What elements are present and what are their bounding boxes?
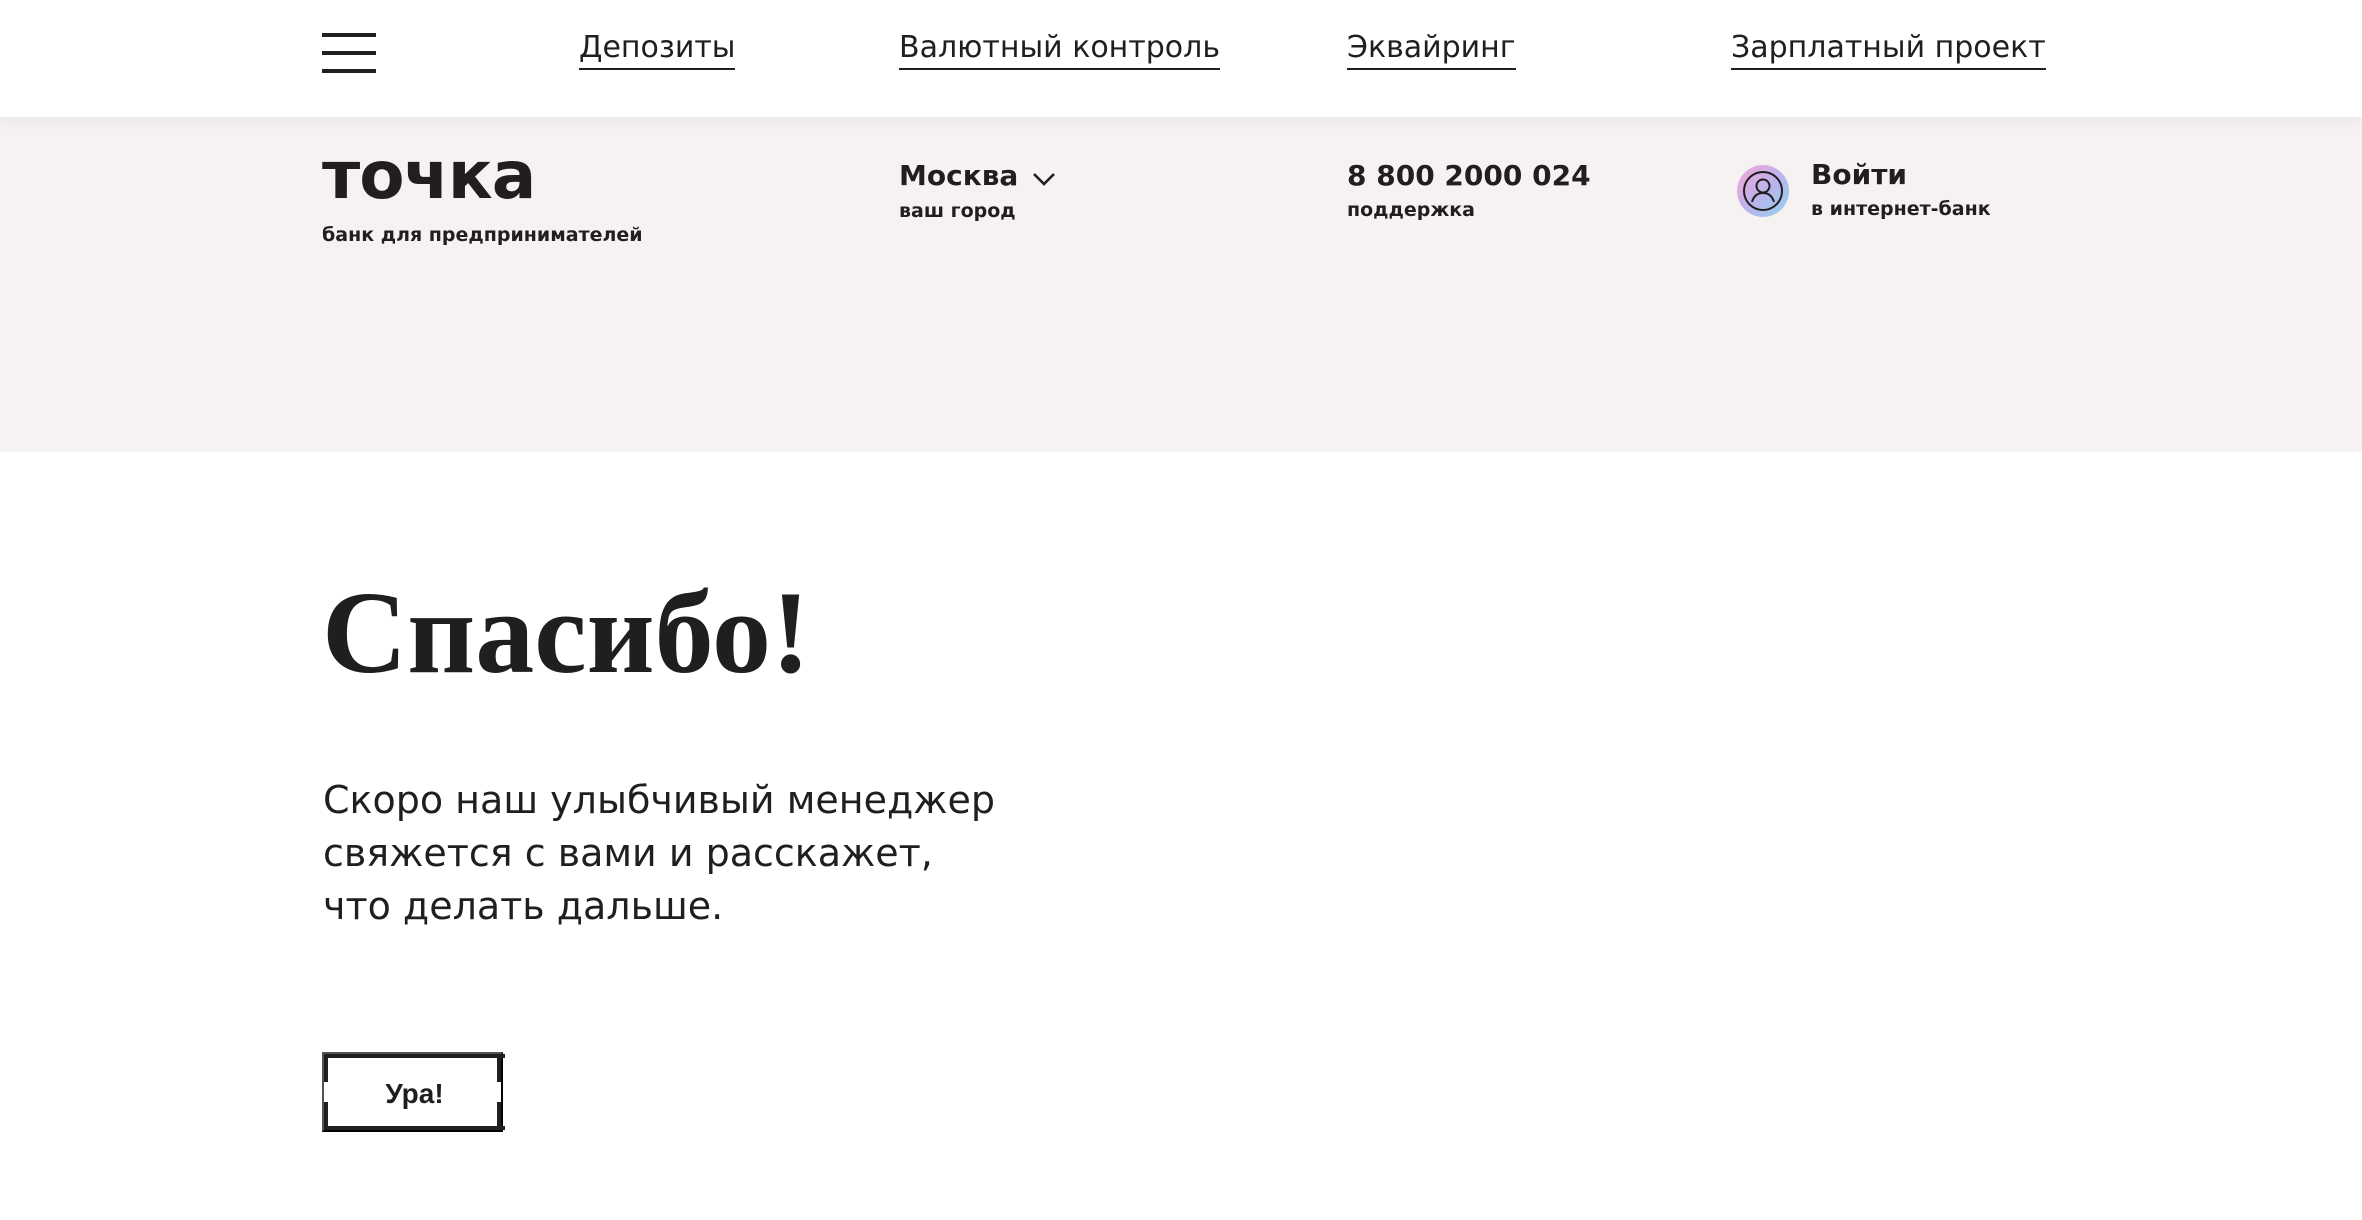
hamburger-menu-icon[interactable] bbox=[322, 33, 376, 75]
login-label: Войти bbox=[1811, 158, 1908, 191]
brand-logo[interactable]: точка банк для предпринимателей bbox=[322, 143, 643, 247]
support-phone[interactable]: 8 800 2000 024 поддержка bbox=[1347, 158, 1591, 222]
chevron-down-icon bbox=[1032, 159, 1056, 195]
nav-link-deposits[interactable]: Депозиты bbox=[579, 28, 736, 70]
login-caption: в интернет-банк bbox=[1811, 198, 1991, 220]
login-text: Войти в интернет-банк bbox=[1811, 157, 1991, 221]
city-selector[interactable]: Москва ваш город bbox=[899, 158, 1056, 223]
header-band: точка банк для предпринимателей Москва в… bbox=[0, 117, 2362, 452]
city-value: Москва bbox=[899, 159, 1019, 192]
logo-tagline: банк для предпринимателей bbox=[322, 224, 643, 246]
ura-button[interactable]: Ура! bbox=[322, 1052, 505, 1132]
nav-link-acquiring[interactable]: Эквайринг bbox=[1347, 28, 1516, 70]
logo-wordmark: точка bbox=[322, 137, 536, 214]
phone-number: 8 800 2000 024 bbox=[1347, 159, 1591, 192]
top-navigation: Депозиты Валютный контроль Эквайринг Зар… bbox=[0, 0, 2362, 117]
menu-line bbox=[322, 51, 376, 55]
menu-line bbox=[322, 69, 376, 73]
city-value-row: Москва bbox=[899, 158, 1056, 195]
menu-line bbox=[322, 33, 376, 37]
ura-button-label: Ура! bbox=[385, 1078, 444, 1109]
nav-link-currency-control[interactable]: Валютный контроль bbox=[899, 28, 1221, 70]
nav-link-payroll-project[interactable]: Зарплатный проект bbox=[1731, 28, 2046, 70]
confirmation-message: Скоро наш улыбчивый менеджер свяжется с … bbox=[323, 778, 995, 928]
city-caption: ваш город bbox=[899, 200, 1016, 222]
user-avatar-icon bbox=[1737, 165, 1789, 217]
page-title: Спасибо! bbox=[322, 567, 811, 698]
phone-caption: поддержка bbox=[1347, 199, 1475, 221]
